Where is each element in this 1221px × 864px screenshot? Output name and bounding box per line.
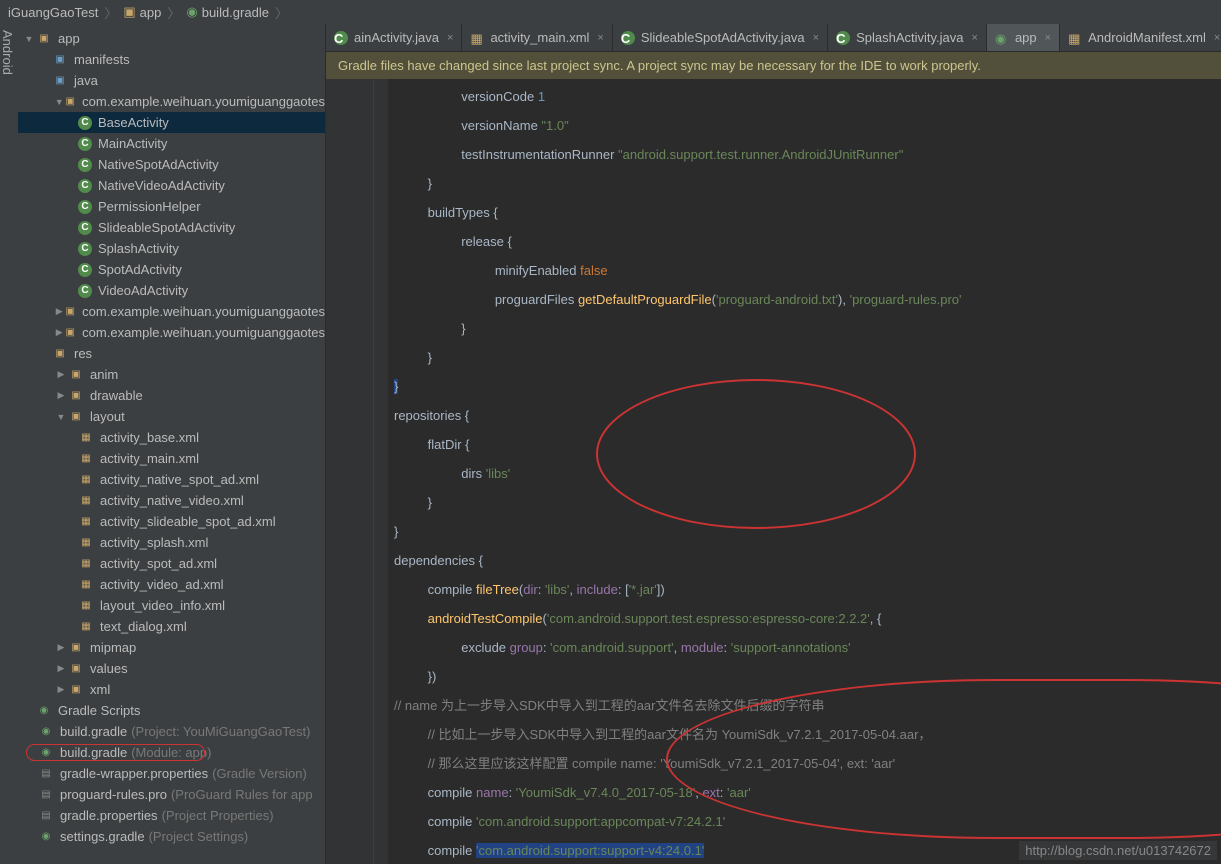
tree-file[interactable]: ▦activity_native_video.xml [18,490,325,511]
tree-file[interactable]: ▦activity_spot_ad.xml [18,553,325,574]
tree-file[interactable]: ▤gradle.properties(Project Properties) [18,805,325,826]
class-icon: C [836,31,850,45]
tree-class[interactable]: CVideoAdActivity [18,280,325,301]
tree-package[interactable]: ▶▣com.example.weihuan.youmiguanggaotes [18,301,325,322]
tree-folder[interactable]: ▶▣mipmap [18,637,325,658]
breadcrumb-item[interactable]: iGuangGaoTest [8,5,98,20]
close-icon[interactable]: × [1045,32,1051,44]
tree-package[interactable]: ▶▣com.example.weihuan.youmiguanggaotes [18,322,325,343]
editor-area: CainActivity.java× ▦activity_main.xml× C… [326,24,1221,864]
tree-folder[interactable]: ▶▣xml [18,679,325,700]
tree-file[interactable]: ▦activity_slideable_spot_ad.xml [18,511,325,532]
tree-class[interactable]: CPermissionHelper [18,196,325,217]
line-gutter [326,79,374,864]
tab[interactable]: ▦activity_main.xml× [462,24,612,51]
watermark: http://blog.csdn.net/u013742672 [1019,841,1217,860]
tab[interactable]: CSplashActivity.java× [828,24,987,51]
close-icon[interactable]: × [813,32,819,44]
tree-folder[interactable]: ▼▣layout [18,406,325,427]
class-icon: C [334,31,348,45]
tree-folder[interactable]: ▶▣anim [18,364,325,385]
project-sidebar: Android ▼▣app ▣manifests ▣java ▼▣com.exa… [0,24,326,864]
breadcrumb-item[interactable]: ▣app [123,4,161,20]
gradle-icon: ◉ [186,4,197,20]
tree-folder[interactable]: ▣java [18,70,325,91]
code-editor[interactable]: versionCode 1 versionName "1.0" testInst… [326,79,1221,864]
tree-class[interactable]: CNativeVideoAdActivity [18,175,325,196]
chevron-right-icon: 〉 [275,3,288,22]
xml-icon: ▦ [470,31,484,45]
tree-file[interactable]: ▦activity_video_ad.xml [18,574,325,595]
gradle-icon: ◉ [995,31,1009,45]
xml-icon: ▦ [1068,31,1082,45]
tree-class[interactable]: CSlideableSpotAdActivity [18,217,325,238]
tab[interactable]: CainActivity.java× [326,24,462,51]
tree-module-root[interactable]: ▼▣app [18,28,325,49]
sidebar-tool-label[interactable]: Android [0,24,18,864]
tree-class[interactable]: CSpotAdActivity [18,259,325,280]
tree-class[interactable]: CMainActivity [18,133,325,154]
tab[interactable]: ▦AndroidManifest.xml× [1060,24,1221,51]
project-tree[interactable]: ▼▣app ▣manifests ▣java ▼▣com.example.wei… [18,24,325,864]
tree-file[interactable]: ▤proguard-rules.pro(ProGuard Rules for a… [18,784,325,805]
chevron-right-icon: 〉 [167,3,180,22]
tree-folder[interactable]: ▶▣values [18,658,325,679]
tree-file[interactable]: ▦activity_base.xml [18,427,325,448]
tree-file[interactable]: ▦activity_main.xml [18,448,325,469]
tree-file-active[interactable]: ◉build.gradle(Module: app) [18,742,325,763]
tree-package[interactable]: ▼▣com.example.weihuan.youmiguanggaotes [18,91,325,112]
tree-folder[interactable]: ▣res [18,343,325,364]
tab-active[interactable]: ◉app× [987,24,1060,51]
editor-tabs: CainActivity.java× ▦activity_main.xml× C… [326,24,1221,52]
fold-gutter[interactable] [374,79,388,864]
folder-icon: ▣ [123,4,135,20]
tree-file[interactable]: ◉build.gradle(Project: YouMiGuangGaoTest… [18,721,325,742]
close-icon[interactable]: × [447,32,453,44]
tree-file[interactable]: ▦activity_native_spot_ad.xml [18,469,325,490]
tree-class[interactable]: CSplashActivity [18,238,325,259]
tree-gradle-scripts[interactable]: ◉Gradle Scripts [18,700,325,721]
tree-class[interactable]: CNativeSpotAdActivity [18,154,325,175]
tree-class[interactable]: CBaseActivity [18,112,325,133]
class-icon: C [621,31,635,45]
breadcrumb-item[interactable]: ◉build.gradle [186,4,269,20]
tree-folder[interactable]: ▶▣drawable [18,385,325,406]
breadcrumb: iGuangGaoTest 〉 ▣app 〉 ◉build.gradle 〉 [0,0,1221,24]
tree-file[interactable]: ▦activity_splash.xml [18,532,325,553]
tree-folder[interactable]: ▣manifests [18,49,325,70]
tree-file[interactable]: ▦layout_video_info.xml [18,595,325,616]
close-icon[interactable]: × [597,32,603,44]
tree-file[interactable]: ▦text_dialog.xml [18,616,325,637]
tree-file[interactable]: ▤gradle-wrapper.properties(Gradle Versio… [18,763,325,784]
close-icon[interactable]: × [1214,32,1220,44]
close-icon[interactable]: × [972,32,978,44]
sync-banner[interactable]: Gradle files have changed since last pro… [326,52,1221,79]
chevron-right-icon: 〉 [104,3,117,22]
code-content[interactable]: versionCode 1 versionName "1.0" testInst… [388,79,1221,864]
tree-file[interactable]: ◉settings.gradle(Project Settings) [18,826,325,847]
tab[interactable]: CSlideableSpotAdActivity.java× [613,24,828,51]
